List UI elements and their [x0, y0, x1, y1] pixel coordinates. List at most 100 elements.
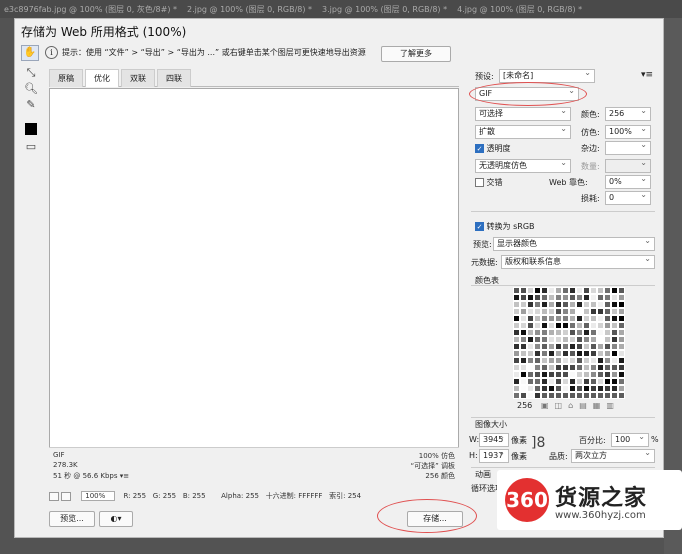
color-swatch[interactable] [513, 308, 520, 315]
color-swatch[interactable] [527, 378, 534, 385]
color-swatch[interactable] [569, 301, 576, 308]
color-swatch[interactable] [520, 343, 527, 350]
color-swatch[interactable] [555, 287, 562, 294]
color-table-grid[interactable] [513, 287, 625, 399]
color-swatch[interactable] [555, 364, 562, 371]
color-swatch[interactable] [597, 371, 604, 378]
color-swatch[interactable] [604, 329, 611, 336]
color-swatch[interactable] [520, 357, 527, 364]
color-swatch[interactable] [562, 287, 569, 294]
color-swatch[interactable] [527, 322, 534, 329]
color-swatch[interactable] [534, 287, 541, 294]
web-snap-input[interactable]: 0% [605, 175, 651, 189]
color-swatch[interactable] [562, 315, 569, 322]
color-swatch[interactable] [590, 287, 597, 294]
color-swatch[interactable] [520, 392, 527, 399]
color-swatch[interactable] [583, 378, 590, 385]
color-swatch[interactable] [541, 322, 548, 329]
color-swatch[interactable] [618, 364, 625, 371]
color-swatch[interactable] [555, 329, 562, 336]
color-swatch[interactable] [569, 336, 576, 343]
color-swatch[interactable] [576, 371, 583, 378]
color-swatch[interactable] [548, 343, 555, 350]
color-swatch[interactable] [583, 371, 590, 378]
color-swatch[interactable] [513, 315, 520, 322]
color-swatch[interactable] [583, 294, 590, 301]
color-swatch[interactable] [597, 294, 604, 301]
color-swatch[interactable] [562, 392, 569, 399]
color-swatch[interactable] [534, 336, 541, 343]
color-swatch[interactable] [618, 322, 625, 329]
color-swatch[interactable] [618, 301, 625, 308]
learn-more-button[interactable]: 了解更多 [381, 46, 451, 62]
color-swatch[interactable] [590, 308, 597, 315]
color-swatch[interactable] [569, 385, 576, 392]
color-swatch[interactable] [548, 322, 555, 329]
color-swatch[interactable] [548, 357, 555, 364]
color-swatch[interactable] [569, 350, 576, 357]
color-swatch[interactable] [597, 378, 604, 385]
color-swatch[interactable] [590, 392, 597, 399]
color-swatch[interactable] [597, 301, 604, 308]
color-swatch[interactable] [555, 371, 562, 378]
color-swatch[interactable] [541, 371, 548, 378]
color-swatch[interactable] [618, 308, 625, 315]
color-swatch[interactable] [527, 343, 534, 350]
color-swatch[interactable] [555, 336, 562, 343]
color-swatch[interactable] [611, 336, 618, 343]
color-swatch[interactable] [597, 350, 604, 357]
color-swatch[interactable] [618, 350, 625, 357]
color-swatch[interactable] [527, 287, 534, 294]
color-swatch[interactable] [548, 378, 555, 385]
color-swatch[interactable] [548, 315, 555, 322]
color-swatch[interactable] [604, 315, 611, 322]
color-swatch[interactable] [534, 385, 541, 392]
color-swatch[interactable] [534, 343, 541, 350]
color-swatch[interactable] [618, 357, 625, 364]
color-swatch[interactable] [583, 336, 590, 343]
slice-select-tool-icon[interactable]: ⤡ [23, 65, 39, 81]
color-swatch[interactable] [611, 343, 618, 350]
convert-srgb-checkbox[interactable]: ✓ 转换为 sRGB [475, 221, 535, 232]
transparency-checkbox[interactable]: ✓ 透明度 [475, 143, 511, 154]
color-swatch[interactable] [562, 371, 569, 378]
color-swatch[interactable] [611, 385, 618, 392]
color-swatch[interactable] [541, 378, 548, 385]
color-swatch[interactable] [562, 350, 569, 357]
color-swatch[interactable] [590, 371, 597, 378]
color-swatch[interactable] [555, 350, 562, 357]
color-swatch[interactable] [583, 392, 590, 399]
color-swatch[interactable] [611, 357, 618, 364]
color-swatch[interactable] [555, 385, 562, 392]
color-swatch[interactable] [618, 294, 625, 301]
color-swatch[interactable] [513, 336, 520, 343]
color-swatch[interactable] [590, 364, 597, 371]
color-swatch[interactable] [555, 308, 562, 315]
dither-method-select[interactable]: 扩散 [475, 125, 571, 139]
color-table-tools-icon[interactable]: ▣◫⌂▤▦▥ [541, 401, 620, 410]
color-swatch[interactable] [534, 392, 541, 399]
lossy-input[interactable]: 0 [605, 191, 651, 205]
color-swatch[interactable] [541, 364, 548, 371]
color-swatch[interactable] [520, 315, 527, 322]
color-swatch[interactable] [534, 322, 541, 329]
color-swatch[interactable] [569, 343, 576, 350]
color-swatch[interactable] [548, 392, 555, 399]
color-swatch[interactable] [576, 385, 583, 392]
color-swatch[interactable] [520, 364, 527, 371]
zoom-in-icon[interactable] [61, 491, 71, 501]
color-swatch[interactable] [569, 364, 576, 371]
color-swatch[interactable] [576, 329, 583, 336]
ps-tab[interactable]: 3.jpg @ 100% (图层 0, RGB/8) * [322, 4, 447, 15]
color-swatch[interactable] [513, 385, 520, 392]
color-swatch[interactable] [583, 329, 590, 336]
color-swatch[interactable] [611, 294, 618, 301]
color-swatch[interactable] [611, 371, 618, 378]
color-swatch[interactable] [562, 308, 569, 315]
color-swatch[interactable] [576, 322, 583, 329]
link-icon[interactable]: ]8 [531, 435, 545, 451]
color-swatch[interactable] [548, 385, 555, 392]
color-swatch[interactable] [569, 315, 576, 322]
color-swatch[interactable] [618, 371, 625, 378]
color-swatch[interactable] [569, 322, 576, 329]
